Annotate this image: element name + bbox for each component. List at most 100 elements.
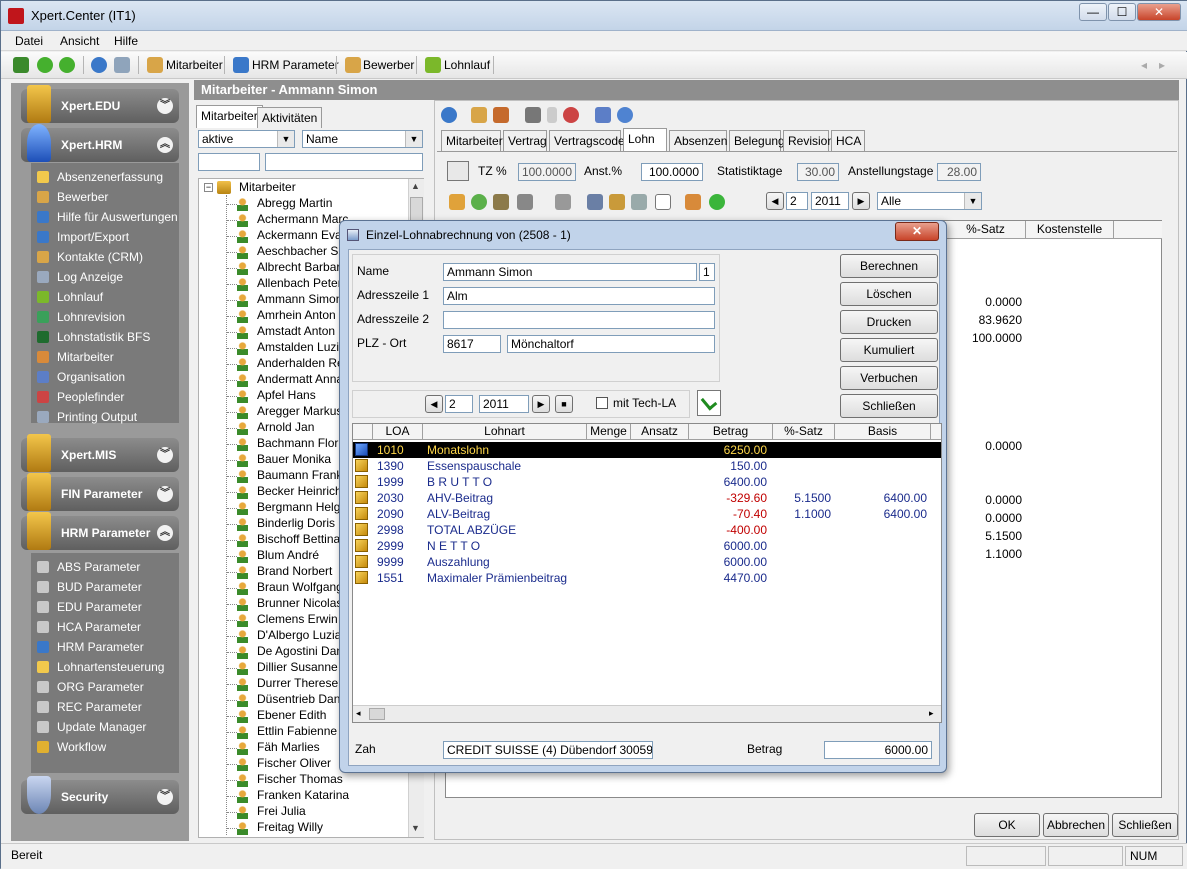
calculator-icon[interactable] xyxy=(447,161,469,181)
payslip-row[interactable]: 2998 TOTAL ABZÜGE -400.00 xyxy=(353,522,941,538)
edit-icon[interactable] xyxy=(493,194,509,210)
group-xpert-edu[interactable]: Xpert.EDU ︾ xyxy=(21,85,179,123)
dialog-period-prev[interactable]: ◀ xyxy=(425,395,443,413)
menu-datei[interactable]: Datei xyxy=(15,34,43,48)
stat-field[interactable]: 30.00 xyxy=(797,163,839,181)
dialog-stop-button[interactable]: ■ xyxy=(555,395,573,413)
löschen-button[interactable]: Löschen xyxy=(840,282,938,306)
payslip-row[interactable]: 1010 Monatslohn 6250.00 xyxy=(353,442,941,458)
database-icon[interactable] xyxy=(595,107,611,123)
checklist-icon[interactable] xyxy=(697,390,721,416)
total-betrag-field[interactable]: 6000.00 xyxy=(824,741,932,759)
maximize-button[interactable]: ☐ xyxy=(1108,3,1136,21)
money-icon[interactable] xyxy=(609,194,625,210)
anst-field[interactable]: 100.0000 xyxy=(641,163,703,181)
period-field[interactable]: 2 xyxy=(786,192,808,210)
group-security[interactable]: Security ︾ xyxy=(21,776,179,814)
dropdown-arrow-icon[interactable] xyxy=(547,107,557,123)
tab-mitarbeiter-list[interactable]: Mitarbeiter xyxy=(196,105,263,128)
document-icon[interactable] xyxy=(655,194,671,210)
remove-person-icon[interactable] xyxy=(493,107,509,123)
tree-root-label[interactable]: Mitarbeiter xyxy=(239,180,296,194)
year-field[interactable]: 2011 xyxy=(811,192,849,210)
tab-vertragscode[interactable]: Vertragscode xyxy=(549,130,625,151)
hscroll-thumb[interactable] xyxy=(369,708,385,720)
close-window-button[interactable]: ✕ xyxy=(1137,3,1181,21)
group-xpert-mis[interactable]: Xpert.MIS ︾ xyxy=(21,434,179,472)
group-hrm-parameter[interactable]: HRM Parameter ︽ xyxy=(21,512,179,550)
tab-vertrag[interactable]: Vertrag xyxy=(503,130,547,151)
name-field[interactable]: Ammann Simon xyxy=(443,263,697,281)
name-nr-field[interactable]: 1 xyxy=(699,263,715,281)
ok-button[interactable]: OK xyxy=(974,813,1040,837)
payment-account-field[interactable]: CREDIT SUISSE (4) Dübendorf 300590-70 xyxy=(443,741,653,759)
period-prev-button[interactable]: ◀ xyxy=(766,192,784,210)
tab-lohn[interactable]: Lohn xyxy=(623,128,667,151)
ort-field[interactable]: Mönchaltorf xyxy=(507,335,715,353)
chevron-up-icon[interactable]: ︽ xyxy=(157,137,173,153)
menu-ansicht[interactable]: Ansicht xyxy=(60,34,99,48)
schlie-en-button[interactable]: Schließen xyxy=(840,394,938,418)
tab-absenzen[interactable]: Absenzen xyxy=(669,130,727,151)
kumuliert-button[interactable]: Kumuliert xyxy=(840,338,938,362)
period-next-button[interactable]: ▶ xyxy=(852,192,870,210)
forward-icon[interactable] xyxy=(59,57,75,73)
hand-icon[interactable] xyxy=(555,194,571,210)
toolbar-lohnlauf[interactable]: Lohnlauf xyxy=(444,58,490,72)
search-input-1[interactable] xyxy=(198,153,260,171)
payslip-row[interactable]: 9999 Auszahlung 6000.00 xyxy=(353,554,941,570)
abbrechen-button[interactable]: Abbrechen xyxy=(1043,813,1109,837)
chevron-down-icon[interactable]: ︾ xyxy=(157,98,173,114)
chevron-down-icon[interactable]: ︾ xyxy=(157,789,173,805)
tab-aktivitaeten[interactable]: Aktivitäten xyxy=(257,107,323,128)
tech-la-checkbox[interactable] xyxy=(596,397,608,409)
payslip-row[interactable]: 2999 N E T T O 6000.00 xyxy=(353,538,941,554)
dialog-period-next[interactable]: ▶ xyxy=(532,395,550,413)
dialog-close-button[interactable]: ✕ xyxy=(895,222,939,241)
applicant-icon[interactable] xyxy=(345,57,361,73)
toolbar-hrm-parameter[interactable]: HRM Parameter xyxy=(252,58,339,72)
key-icon[interactable] xyxy=(563,107,579,123)
addr2-field[interactable] xyxy=(443,311,715,329)
grid-hscrollbar[interactable]: ◂ ▸ xyxy=(353,705,941,722)
payslip-row[interactable]: 1999 B R U T T O 6400.00 xyxy=(353,474,941,490)
payslip-row[interactable]: 2090 ALV-Beitrag -70.40 1.1000 6400.00 xyxy=(353,506,941,522)
print-icon[interactable] xyxy=(114,57,130,73)
group-fin-parameter[interactable]: FIN Parameter ︾ xyxy=(21,473,179,511)
toolbar-scroll-left[interactable]: ◂ xyxy=(1141,58,1147,72)
menu-hilfe[interactable]: Hilfe xyxy=(114,34,138,48)
tab-revision[interactable]: Revision xyxy=(783,130,834,151)
tab-mitarbeiter[interactable]: Mitarbeiter xyxy=(441,130,503,151)
status-filter-select[interactable]: aktive ▼ xyxy=(198,130,295,148)
toolbar-bewerber[interactable]: Bewerber xyxy=(363,58,414,72)
search-input-2[interactable] xyxy=(265,153,423,171)
hrm-parameter-icon[interactable] xyxy=(233,57,249,73)
type-filter-select[interactable]: Alle ▼ xyxy=(877,192,982,210)
addr1-field[interactable]: Alm xyxy=(443,287,715,305)
tab-belegung[interactable]: Belegung xyxy=(729,130,785,151)
payslip-row[interactable]: 2030 AHV-Beitrag -329.60 5.1500 6400.00 xyxy=(353,490,941,506)
exit-icon[interactable] xyxy=(13,57,29,73)
add-item-icon[interactable] xyxy=(449,194,465,210)
schliessen-button[interactable]: Schließen xyxy=(1112,813,1178,837)
plz-field[interactable]: 8617 xyxy=(443,335,501,353)
payslip-row[interactable]: 1551 Maximaler Prämienbeitrag 4470.00 xyxy=(353,570,941,586)
dialog-period-field[interactable]: 2 xyxy=(445,395,473,413)
collapse-icon[interactable]: − xyxy=(204,183,213,192)
tz-field[interactable]: 100.0000 xyxy=(518,163,576,181)
green-status-icon[interactable] xyxy=(709,194,725,210)
copy-icon[interactable] xyxy=(587,194,603,210)
globe-icon[interactable] xyxy=(91,57,107,73)
payroll-icon[interactable] xyxy=(425,57,441,73)
tab-hca[interactable]: HCA xyxy=(831,130,865,151)
anstell-field[interactable]: 28.00 xyxy=(937,163,981,181)
minimize-button[interactable]: — xyxy=(1079,3,1107,21)
drucken-button[interactable]: Drucken xyxy=(840,310,938,334)
chevron-down-icon[interactable]: ︾ xyxy=(157,447,173,463)
info-icon[interactable] xyxy=(617,107,633,123)
chevron-up-icon[interactable]: ︽ xyxy=(157,525,173,541)
glasses-icon[interactable] xyxy=(525,107,541,123)
print-icon[interactable] xyxy=(631,194,647,210)
berechnen-button[interactable]: Berechnen xyxy=(840,254,938,278)
back-icon[interactable] xyxy=(37,57,53,73)
